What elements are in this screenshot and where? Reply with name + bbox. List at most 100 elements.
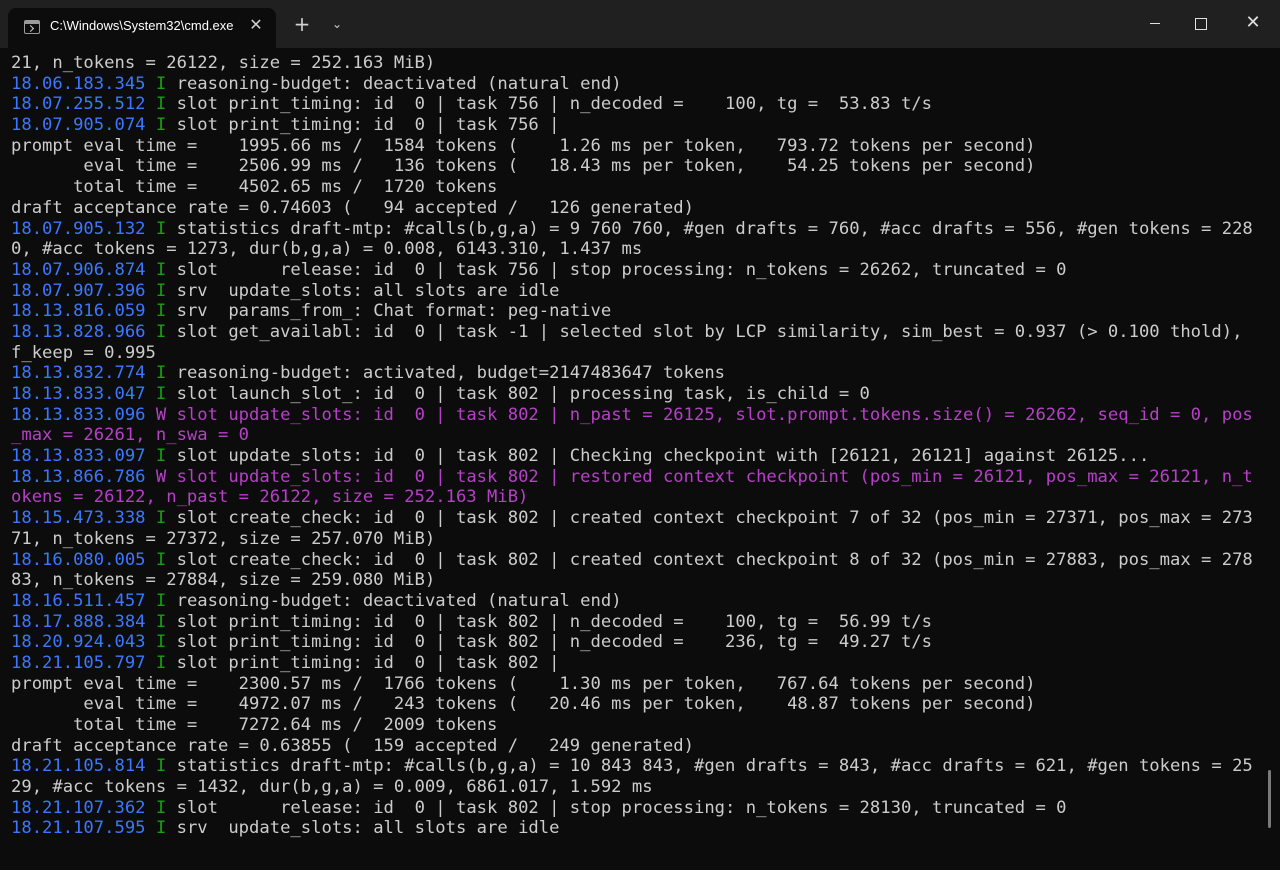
- log-message: slot release: id 0 | task 756 | stop pro…: [166, 259, 1067, 280]
- log-message: 83, n_tokens = 27884, size = 259.080 MiB…: [11, 570, 436, 591]
- log-message: total time = 7272.64 ms / 2009 tokens: [11, 715, 498, 735]
- log-line: 18.13.828.966 I slot get_availabl: id 0 …: [11, 322, 1253, 343]
- log-message: 29, #acc tokens = 1432, dur(b,g,a) = 0.0…: [11, 777, 653, 798]
- log-line: 18.13.816.059 I srv params_from_: Chat f…: [11, 301, 1253, 322]
- minimize-icon: [1150, 23, 1160, 24]
- log-message: draft acceptance rate = 0.74603 ( 94 acc…: [11, 197, 694, 218]
- log-line: draft acceptance rate = 0.74603 ( 94 acc…: [11, 198, 1253, 219]
- log-message: srv update_slots: all slots are idle: [166, 818, 560, 839]
- log-level: I: [155, 94, 167, 115]
- log-line: 21, n_tokens = 26122, size = 252.163 MiB…: [11, 53, 1253, 74]
- log-line: total time = 4502.65 ms / 1720 tokens: [11, 177, 1253, 198]
- log-level: I: [155, 632, 167, 653]
- new-tab-button[interactable]: +: [292, 14, 312, 34]
- log-line: 18.13.866.786 W slot update_slots: id 0 …: [11, 467, 1253, 488]
- log-line: 18.16.511.457 I reasoning-budget: deacti…: [11, 591, 1253, 612]
- log-level: I: [155, 218, 167, 239]
- log-timestamp: 18.13.833.097: [11, 446, 146, 467]
- log-line: 18.21.105.814 I statistics draft-mtp: #c…: [11, 756, 1253, 777]
- log-line: 18.13.833.047 I slot launch_slot_: id 0 …: [11, 384, 1253, 405]
- log-line: 18.07.906.874 I slot release: id 0 | tas…: [11, 260, 1253, 281]
- log-level: I: [155, 280, 167, 301]
- log-message: srv params_from_: Chat format: peg-nativ…: [166, 301, 612, 322]
- log-level: I: [155, 508, 167, 529]
- log-level: I: [155, 797, 167, 818]
- tab-title: C:\Windows\System32\cmd.exe: [50, 18, 234, 33]
- log-message: slot update_slots: id 0 | task 802 | n_p…: [166, 404, 1253, 425]
- log-level: W: [155, 466, 167, 487]
- log-message: slot print_timing: id 0 | task 756 |: [166, 115, 560, 136]
- log-message: slot print_timing: id 0 | task 802 | n_d…: [166, 632, 932, 653]
- close-tab-icon[interactable]: ✕: [248, 17, 264, 33]
- log-line: total time = 7272.64 ms / 2009 tokens: [11, 715, 1253, 736]
- log-message: slot update_slots: id 0 | task 802 | Che…: [166, 446, 1150, 467]
- log-line: 18.15.473.338 I slot create_check: id 0 …: [11, 508, 1253, 529]
- log-message: f_keep = 0.995: [11, 342, 156, 363]
- log-timestamp: 18.07.906.874: [11, 259, 146, 280]
- log-line: eval time = 2506.99 ms / 136 tokens ( 18…: [11, 156, 1253, 177]
- log-timestamp: 18.13.833.047: [11, 384, 146, 404]
- log-message: slot print_timing: id 0 | task 802 |: [166, 652, 560, 673]
- log-level: I: [155, 756, 167, 777]
- log-line: 18.07.905.132 I statistics draft-mtp: #c…: [11, 219, 1253, 240]
- log-level: I: [155, 115, 167, 136]
- log-level: I: [155, 549, 167, 570]
- terminal-lines: 21, n_tokens = 26122, size = 252.163 MiB…: [11, 53, 1253, 839]
- log-line: f_keep = 0.995: [11, 343, 1253, 364]
- log-line: 18.21.107.595 I srv update_slots: all sl…: [11, 818, 1253, 839]
- log-message: slot create_check: id 0 | task 802 | cre…: [166, 508, 1253, 529]
- log-message: slot update_slots: id 0 | task 802 | res…: [166, 466, 1253, 487]
- log-line: 18.21.107.362 I slot release: id 0 | tas…: [11, 798, 1253, 819]
- log-message: reasoning-budget: deactivated (natural e…: [166, 73, 622, 94]
- log-level: I: [155, 384, 167, 404]
- log-message: eval time = 4972.07 ms / 243 tokens ( 20…: [11, 694, 1036, 715]
- log-level: I: [155, 321, 167, 342]
- log-timestamp: 18.15.473.338: [11, 508, 146, 529]
- log-timestamp: 18.17.888.384: [11, 611, 146, 632]
- maximize-icon: [1195, 17, 1207, 30]
- log-timestamp: 18.07.905.074: [11, 115, 146, 136]
- title-bar[interactable]: C:\Windows\System32\cmd.exe ✕ + ⌄ ✕: [0, 0, 1280, 48]
- log-line: 18.07.907.396 I srv update_slots: all sl…: [11, 281, 1253, 302]
- log-line: 18.17.888.384 I slot print_timing: id 0 …: [11, 612, 1253, 633]
- log-timestamp: 18.13.832.774: [11, 363, 146, 384]
- log-line: 83, n_tokens = 27884, size = 259.080 MiB…: [11, 570, 1253, 591]
- log-line: 0, #acc tokens = 1273, dur(b,g,a) = 0.00…: [11, 239, 1253, 260]
- log-message: 0, #acc tokens = 1273, dur(b,g,a) = 0.00…: [11, 239, 643, 260]
- minimize-button[interactable]: [1132, 0, 1178, 46]
- log-timestamp: 18.16.511.457: [11, 590, 146, 611]
- log-timestamp: 18.13.833.096: [11, 404, 146, 425]
- log-line: draft acceptance rate = 0.63855 ( 159 ac…: [11, 736, 1253, 757]
- log-line: 18.07.905.074 I slot print_timing: id 0 …: [11, 115, 1253, 136]
- close-window-button[interactable]: ✕: [1230, 0, 1276, 46]
- log-line: 71, n_tokens = 27372, size = 257.070 MiB…: [11, 529, 1253, 550]
- log-timestamp: 18.21.107.595: [11, 818, 146, 839]
- log-timestamp: 18.20.924.043: [11, 632, 146, 653]
- log-message: prompt eval time = 1995.66 ms / 1584 tok…: [11, 135, 1036, 156]
- maximize-button[interactable]: [1178, 0, 1224, 46]
- log-message: okens = 26122, n_past = 26122, size = 25…: [11, 487, 529, 508]
- log-message: slot create_check: id 0 | task 802 | cre…: [166, 549, 1253, 570]
- log-level: W: [155, 404, 167, 425]
- tab-dropdown-button[interactable]: ⌄: [328, 14, 346, 34]
- log-message: reasoning-budget: deactivated (natural e…: [166, 590, 622, 611]
- log-timestamp: 18.07.255.512: [11, 94, 146, 115]
- log-message: 21, n_tokens = 26122, size = 252.163 MiB…: [11, 53, 436, 73]
- log-line: okens = 26122, n_past = 26122, size = 25…: [11, 487, 1253, 508]
- log-line: 18.13.833.097 I slot update_slots: id 0 …: [11, 446, 1253, 467]
- log-timestamp: 18.07.905.132: [11, 218, 146, 239]
- log-line: prompt eval time = 1995.66 ms / 1584 tok…: [11, 136, 1253, 157]
- log-message: statistics draft-mtp: #calls(b,g,a) = 10…: [166, 756, 1253, 777]
- log-level: I: [155, 301, 167, 322]
- log-timestamp: 18.21.107.362: [11, 797, 146, 818]
- log-message: slot get_availabl: id 0 | task -1 | sele…: [166, 321, 1243, 342]
- log-message: 71, n_tokens = 27372, size = 257.070 MiB…: [11, 528, 436, 549]
- log-line: 18.20.924.043 I slot print_timing: id 0 …: [11, 632, 1253, 653]
- tab-cmd[interactable]: C:\Windows\System32\cmd.exe ✕: [8, 8, 276, 48]
- log-message: slot print_timing: id 0 | task 802 | n_d…: [166, 611, 932, 632]
- scrollbar-thumb[interactable]: [1268, 770, 1271, 828]
- log-line: 18.16.080.005 I slot create_check: id 0 …: [11, 550, 1253, 571]
- terminal-output[interactable]: 21, n_tokens = 26122, size = 252.163 MiB…: [0, 48, 1266, 870]
- log-timestamp: 18.16.080.005: [11, 549, 146, 570]
- log-line: eval time = 4972.07 ms / 243 tokens ( 20…: [11, 694, 1253, 715]
